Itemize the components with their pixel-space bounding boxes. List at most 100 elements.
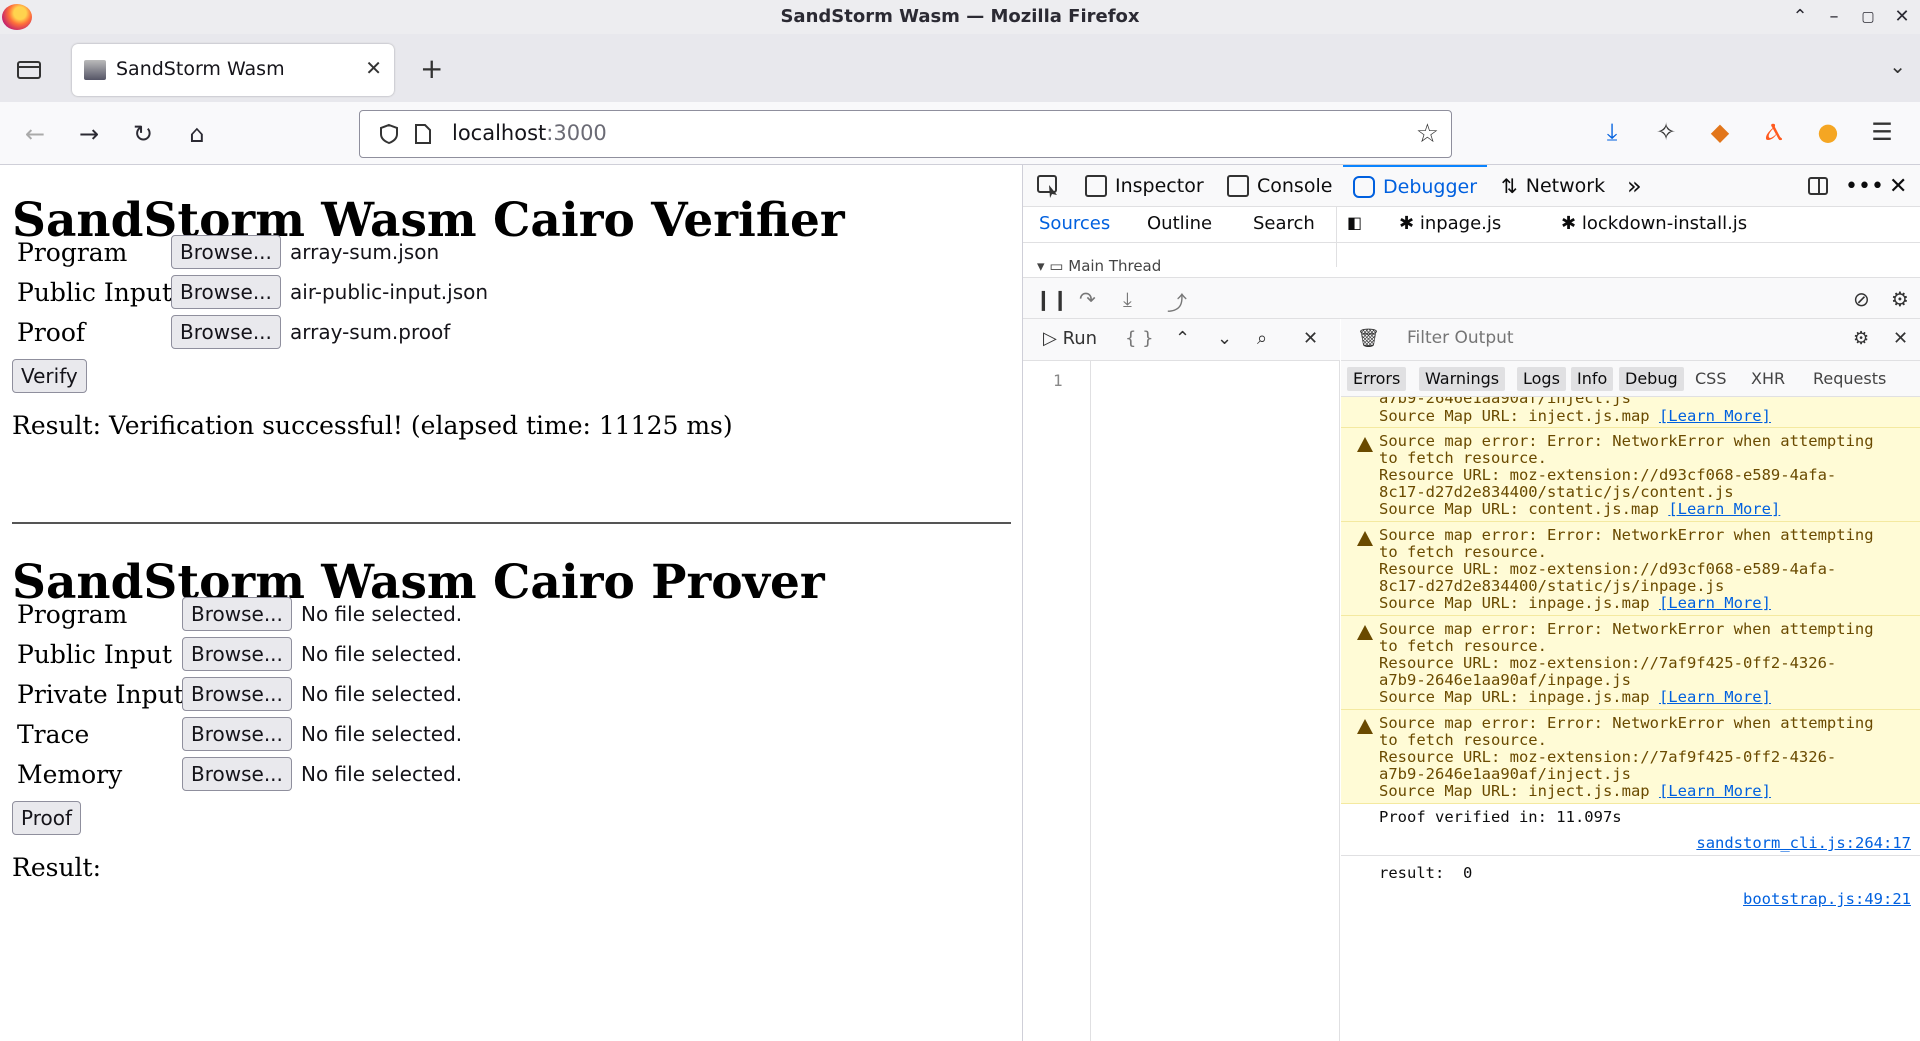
source-tab-lockdown[interactable]: ✱ lockdown-install.js [1561, 213, 1747, 234]
back-button[interactable]: ← [20, 120, 50, 150]
home-button[interactable]: ⌂ [182, 120, 212, 150]
extension-a-icon[interactable]: Ⲁ [1758, 116, 1790, 148]
tab-overflow-chevron-icon[interactable]: ⌄ [1889, 54, 1906, 78]
close-window-button[interactable]: ✕ [1890, 6, 1914, 28]
hamburger-menu-icon[interactable]: ☰ [1866, 116, 1898, 148]
browser-tab[interactable]: SandStorm Wasm ✕ [72, 44, 394, 96]
learn-more-link[interactable]: [Learn More] [1659, 688, 1771, 706]
new-tab-button[interactable]: + [420, 52, 443, 85]
verifier-proof-browse-button[interactable]: Browse... [171, 315, 281, 349]
tab-sources[interactable]: Sources [1039, 213, 1110, 234]
maximize-button[interactable]: ▢ [1856, 6, 1880, 28]
downloads-icon[interactable]: ⤓ [1596, 116, 1628, 148]
learn-more-link[interactable]: [Learn More] [1659, 594, 1771, 612]
filter-warnings[interactable]: Warnings [1419, 367, 1506, 391]
prover-trace-browse-button[interactable]: Browse... [182, 717, 292, 751]
network-arrows-icon: ⇅ [1501, 174, 1518, 198]
section-divider [12, 522, 1011, 524]
history-up-icon[interactable]: ⌃ [1175, 328, 1190, 349]
console-close-icon[interactable]: ✕ [1893, 328, 1908, 349]
toggle-sidebar-icon[interactable]: ◧ [1347, 213, 1362, 232]
pause-icon[interactable]: ❙❙ [1035, 287, 1069, 311]
clear-console-trash-icon[interactable]: 🗑 [1357, 328, 1380, 349]
verify-button[interactable]: Verify [12, 359, 87, 393]
tab-debugger[interactable]: Debugger [1343, 165, 1488, 207]
debugger-icon [1353, 176, 1375, 198]
list-all-tabs-icon[interactable] [14, 56, 44, 82]
filter-logs[interactable]: Logs [1517, 367, 1566, 391]
run-button[interactable]: ▷ Run [1043, 328, 1097, 349]
console-settings-icon[interactable]: ⚙ [1853, 328, 1869, 349]
tab-outline[interactable]: Outline [1147, 213, 1212, 234]
prover-private-input-row: Private Input [17, 677, 184, 711]
proof-button[interactable]: Proof [12, 801, 82, 835]
url-bar[interactable]: localhost:3000 ☆ [359, 110, 1452, 158]
tab-search[interactable]: Search [1253, 213, 1315, 234]
source-tab-label: inpage.js [1419, 213, 1502, 234]
message-line: a7b9-2646e1aa90af/inject.js [1379, 397, 1631, 407]
pretty-print-button[interactable]: { } [1125, 328, 1154, 349]
page-info-icon[interactable] [414, 123, 432, 145]
collapse-icon[interactable]: ⌃ [1788, 6, 1812, 28]
extension-avatar-icon[interactable]: ● [1812, 116, 1844, 148]
debugger-settings-icon[interactable]: ⚙ [1891, 287, 1909, 311]
verifier-public-input-browse-button[interactable]: Browse... [171, 275, 281, 309]
prover-public-input-browse-button[interactable]: Browse... [182, 637, 292, 671]
filter-errors[interactable]: Errors [1347, 367, 1407, 391]
source-location-link[interactable]: sandstorm_cli.js:264:17 [1696, 834, 1911, 852]
verifier-public-input-row: Public Input [17, 275, 172, 309]
prover-memory-browse-button[interactable]: Browse... [182, 757, 292, 791]
debugger-controls: ❙❙ ↷ ⤓ ⤴ ⊘ ⚙ [1023, 277, 1920, 319]
filter-xhr[interactable]: XHR [1745, 367, 1791, 391]
verifier-program-browse-button[interactable]: Browse... [171, 235, 281, 269]
step-over-icon[interactable]: ↷ [1079, 287, 1096, 311]
reload-button[interactable]: ↻ [128, 120, 158, 150]
tab-inspector[interactable]: Inspector [1085, 165, 1204, 207]
editor-toolbar: ▷ Run { } ⌃ ⌄ ⌕ ✕ [1023, 319, 1340, 361]
source-location-link[interactable]: bootstrap.js:49:21 [1743, 890, 1911, 908]
tracking-protection-shield-icon[interactable] [378, 123, 400, 145]
more-tools-chevron-icon[interactable]: » [1627, 165, 1642, 207]
message-line: to fetch resource. [1379, 449, 1547, 467]
message-line: 8c17-d27d2e834400/static/js/content.js [1379, 483, 1734, 501]
filter-requests[interactable]: Requests [1807, 367, 1892, 391]
tab-favicon-icon [84, 60, 106, 80]
filter-info[interactable]: Info [1571, 367, 1614, 391]
prover-program-browse-button[interactable]: Browse... [182, 597, 292, 631]
bookmark-star-icon[interactable]: ☆ [1416, 119, 1439, 149]
forward-button[interactable]: → [74, 120, 104, 150]
console-icon [1227, 175, 1249, 197]
prover-private-input-browse-button[interactable]: Browse... [182, 677, 292, 711]
message-line: to fetch resource. [1379, 731, 1547, 749]
warning-icon [1357, 719, 1373, 734]
field-label: Program [17, 599, 128, 629]
warning-message: Source map error: Error: NetworkError wh… [1341, 616, 1920, 710]
devtools-close-icon[interactable]: ✕ [1889, 165, 1907, 207]
filter-debug[interactable]: Debug [1619, 367, 1684, 391]
step-in-icon[interactable]: ⤓ [1123, 287, 1132, 311]
history-down-icon[interactable]: ⌄ [1217, 328, 1232, 349]
step-out-icon[interactable]: ⤴ [1167, 287, 1187, 316]
tab-console[interactable]: Console [1227, 165, 1332, 207]
close-editor-icon[interactable]: ✕ [1303, 328, 1318, 349]
tab-network[interactable]: ⇅ Network [1501, 165, 1605, 207]
learn-more-link[interactable]: [Learn More] [1668, 500, 1780, 518]
learn-more-link[interactable]: [Learn More] [1659, 782, 1771, 800]
metamask-fox-icon[interactable]: ◆ [1704, 116, 1736, 148]
reverse-search-icon[interactable]: ⌕ [1257, 328, 1267, 349]
source-tab-inpage[interactable]: ✱ inpage.js [1399, 213, 1501, 234]
extensions-puzzle-icon[interactable]: ✧ [1650, 116, 1682, 148]
devtools-menu-icon[interactable]: ••• [1845, 165, 1884, 207]
verifier-public-input-filename: air-public-input.json [290, 280, 489, 304]
tab-label: Debugger [1383, 176, 1478, 198]
dock-side-icon[interactable] [1807, 165, 1829, 207]
learn-more-link[interactable]: [Learn More] [1659, 407, 1771, 425]
tab-close-icon[interactable]: ✕ [365, 56, 382, 80]
deactivate-breakpoints-icon[interactable]: ⊘ [1853, 287, 1870, 311]
console-toolbar: 🗑 ⚙ ✕ [1341, 319, 1920, 361]
main-thread-item[interactable]: ▾ ▭ Main Thread [1037, 257, 1161, 275]
minimize-button[interactable]: – [1822, 6, 1846, 28]
filter-css[interactable]: CSS [1689, 367, 1732, 391]
filter-output-input[interactable] [1407, 328, 1787, 348]
element-picker-icon[interactable] [1035, 165, 1061, 207]
